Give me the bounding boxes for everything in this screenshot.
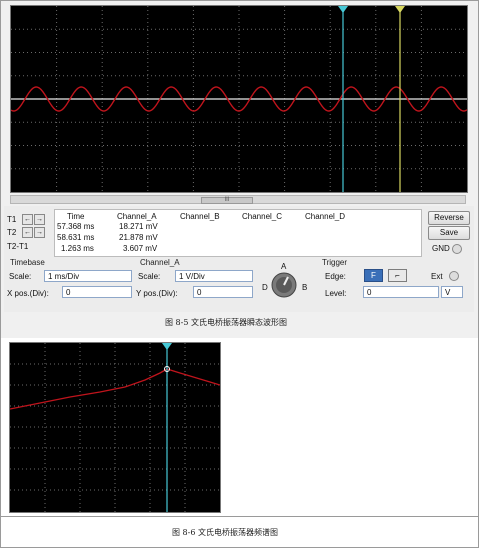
x-position-field[interactable]: 0 <box>62 286 132 298</box>
waveform-display <box>10 6 468 192</box>
y-position-field[interactable]: 0 <box>193 286 253 298</box>
timebase-scale-field[interactable]: 1 ms/Div <box>44 270 132 282</box>
cursor-readout-table: Time Channel_A Channel_B Channel_C Chann… <box>54 209 422 257</box>
cursor-t2-handle <box>395 6 405 13</box>
x-position-label: X pos.(Div): <box>7 289 49 298</box>
selector-label-d: D <box>262 283 268 292</box>
t1-left-arrow-button[interactable]: ← <box>22 214 33 225</box>
spectrum-screen[interactable] <box>9 342 221 513</box>
spectrum-cursor-handle <box>162 343 172 350</box>
trigger-level-field[interactable]: 0 <box>363 286 439 298</box>
trigger-level-label: Level: <box>325 289 347 298</box>
horizontal-scrollbar[interactable]: III <box>10 195 466 204</box>
oscilloscope-screen[interactable] <box>10 5 468 193</box>
figure-8-6-caption: 图 8-6 文氏电桥振荡器频谱图 <box>172 528 278 537</box>
figure-8-5-caption: 图 8-5 文氏电桥振荡器瞬态波形图 <box>165 318 287 327</box>
channel-a-scale-field[interactable]: 1 V/Div <box>175 270 253 282</box>
t2-right-arrow-button[interactable]: → <box>34 227 45 238</box>
timebase-title: Timebase <box>10 258 45 267</box>
t2-channel-a: 21.878 mV <box>119 233 158 242</box>
selector-label-a: A <box>281 262 287 271</box>
scrollbar-thumb[interactable]: III <box>201 197 253 204</box>
reverse-button[interactable]: Reverse <box>428 211 470 225</box>
gnd-radio[interactable] <box>452 244 462 254</box>
trigger-edge-label: Edge: <box>325 272 346 281</box>
t2-time: 58.631 ms <box>57 233 95 242</box>
cursor-t1-handle <box>338 6 348 13</box>
t2-t1-channel-a: 3.607 mV <box>123 244 158 253</box>
spectrum-display <box>9 343 221 512</box>
channel-a-title: Channel_A <box>140 258 180 267</box>
header-channel-d: Channel_D <box>305 212 346 221</box>
t1-right-arrow-button[interactable]: → <box>34 214 45 225</box>
t2-t1-time: 1.263 ms <box>61 244 94 253</box>
t2-left-arrow-button[interactable]: ← <box>22 227 33 238</box>
selector-label-b: B <box>302 283 308 292</box>
ext-label: Ext <box>431 272 443 281</box>
t1-channel-a: 18.271 mV <box>119 222 158 231</box>
trigger-level-unit[interactable]: V <box>441 286 463 298</box>
falling-edge-button[interactable]: ⌐ <box>388 269 407 282</box>
t1-time: 57.368 ms <box>57 222 95 231</box>
t2-t1-label: T2-T1 <box>7 242 29 251</box>
header-channel-b: Channel_B <box>180 212 220 221</box>
y-position-label: Y pos.(Div): <box>136 289 178 298</box>
t1-label: T1 <box>7 215 17 224</box>
header-time: Time <box>67 212 85 221</box>
save-button[interactable]: Save <box>428 226 470 240</box>
rising-edge-button[interactable]: F <box>364 269 383 282</box>
trigger-title: Trigger <box>322 258 348 267</box>
channel-a-scale-label: Scale: <box>138 272 161 281</box>
channel-selector-knob-icon[interactable] <box>271 272 297 298</box>
timebase-scale-label: Scale: <box>9 272 32 281</box>
t2-label: T2 <box>7 228 17 237</box>
ext-radio[interactable] <box>449 271 459 281</box>
gnd-label: GND <box>432 244 450 253</box>
header-channel-c: Channel_C <box>242 212 283 221</box>
header-channel-a: Channel_A <box>117 212 157 221</box>
